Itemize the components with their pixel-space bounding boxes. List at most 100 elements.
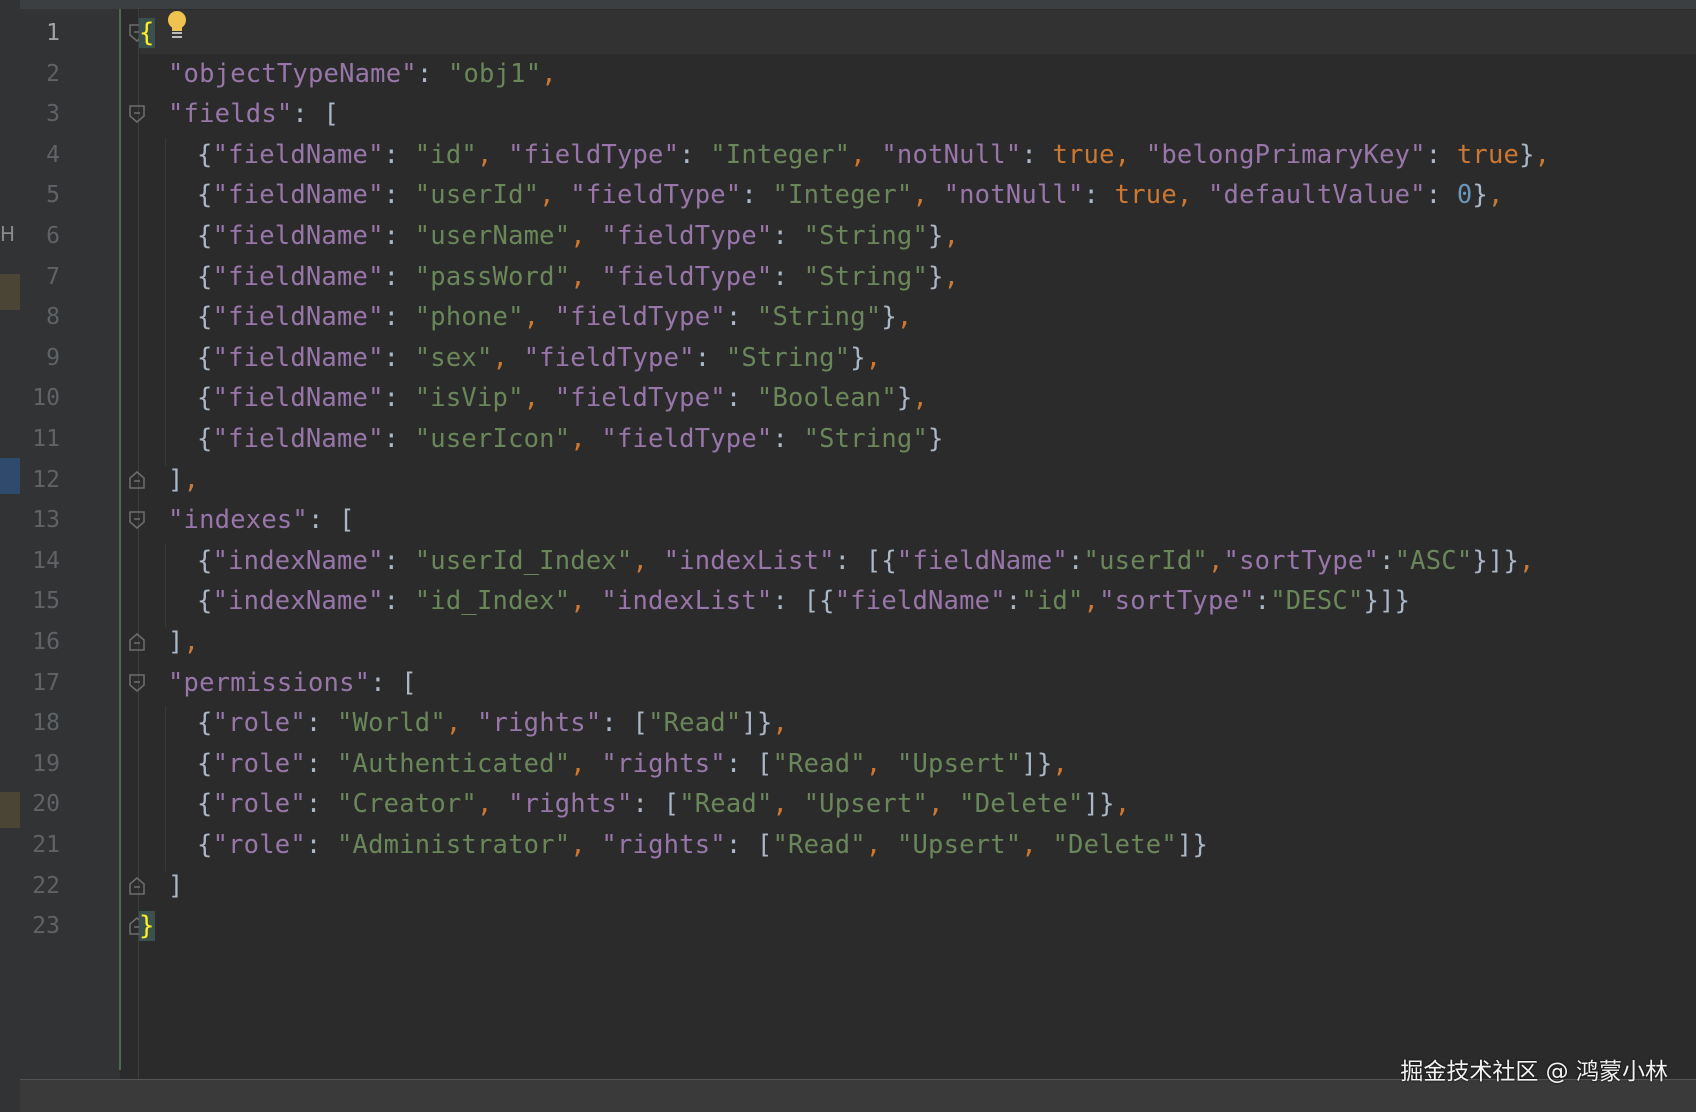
code-line[interactable]: 22] [0,864,1696,908]
code-token: : [725,383,757,414]
code-token: } [139,911,155,942]
code-line[interactable]: 8 {"fieldName": "phone", "fieldType": "St… [0,295,1696,339]
code-token: , [570,830,602,860]
code-line[interactable]: 17 "permissions": [ [0,661,1696,705]
line-number[interactable]: 11 [20,417,60,461]
code-token: , [1519,545,1535,576]
code-token: , [539,180,571,211]
code-text[interactable]: {"fieldName": "sex", "fieldType": "Strin… [197,336,881,380]
line-number[interactable]: 21 [20,823,60,867]
lightbulb-icon[interactable] [166,10,188,40]
code-text[interactable]: {"role": "World", "rights": ["Read"]}, [197,701,788,745]
line-number[interactable]: 16 [20,620,60,664]
code-line[interactable]: 13 "indexes": [ [0,498,1696,542]
code-token: { [197,830,213,860]
code-text[interactable]: ], [168,458,199,502]
code-text[interactable]: {"fieldName": "isVip", "fieldType": "Boo… [197,376,928,420]
code-text[interactable]: {"indexName": "userId_Index", "indexList… [197,539,1535,583]
line-number[interactable]: 5 [20,173,60,217]
code-line[interactable]: 19 {"role": "Authenticated", "rights": ["… [0,742,1696,786]
line-number[interactable]: 13 [20,498,60,542]
line-number[interactable]: 22 [20,864,60,908]
line-number[interactable]: 10 [20,376,60,420]
code-token: : [416,58,448,89]
code-text[interactable]: {"fieldName": "phone", "fieldType": "Str… [197,295,912,339]
code-token: : [383,139,415,170]
code-token: "notNull" [943,180,1084,211]
code-token: , [1114,139,1146,170]
fold-arrow-icon[interactable] [128,470,146,490]
code-line[interactable]: 7 {"fieldName": "passWord", "fieldType": … [0,255,1696,299]
code-line[interactable]: 16], [0,620,1696,664]
code-line[interactable]: 3 "fields": [ [0,92,1696,136]
code-text[interactable]: {"indexName": "id_Index", "indexList": [… [197,579,1410,623]
code-token: , [912,180,944,211]
code-text[interactable]: {"fieldName": "userIcon", "fieldType": "… [197,417,944,461]
code-text[interactable]: {"fieldName": "id", "fieldType": "Intege… [197,133,1550,177]
code-text[interactable]: {"role": "Administrator", "rights": ["Re… [197,823,1208,867]
line-number[interactable]: 17 [20,661,60,705]
fold-arrow-icon[interactable] [128,104,146,124]
fold-arrow-icon[interactable] [128,510,146,530]
code-token: "indexName" [212,545,384,576]
code-text[interactable]: {"fieldName": "userName", "fieldType": "… [197,214,959,258]
code-line[interactable]: 15 {"indexName": "id_Index", "indexList":… [0,579,1696,623]
code-text[interactable]: ] [168,864,184,908]
code-text[interactable]: {"fieldName": "userId", "fieldType": "In… [197,173,1504,217]
code-text[interactable]: {"role": "Authenticated", "rights": ["Re… [197,742,1068,786]
line-number[interactable]: 9 [20,336,60,380]
line-number[interactable]: 3 [20,92,60,136]
line-number[interactable]: 1 [20,11,60,55]
line-number[interactable]: 2 [20,52,60,96]
code-line[interactable]: 1{ [0,11,1696,55]
code-token: "role" [212,708,306,739]
code-line[interactable]: 6 {"fieldName": "userName", "fieldType": … [0,214,1696,258]
code-token: "fieldType" [601,221,773,251]
line-number[interactable]: 15 [20,579,60,623]
code-line[interactable]: 23} [0,904,1696,948]
code-token: "sortType" [1223,545,1380,576]
code-line[interactable]: 5 {"fieldName": "userId", "fieldType": "I… [0,173,1696,217]
code-line[interactable]: 20 {"role": "Creator", "rights": ["Read",… [0,782,1696,826]
code-line[interactable]: 21 {"role": "Administrator", "rights": ["… [0,823,1696,867]
line-number[interactable]: 23 [20,904,60,948]
code-token: "Upsert" [896,748,1022,779]
code-token: true [1052,139,1115,170]
code-token: : [741,180,773,211]
code-line[interactable]: 18 {"role": "World", "rights": ["Read"]}, [0,701,1696,745]
code-line[interactable]: 14 {"indexName": "userId_Index", "indexLi… [0,539,1696,583]
line-number[interactable]: 7 [20,255,60,299]
line-number[interactable]: 18 [20,701,60,745]
code-token: "userId" [1083,545,1208,576]
code-token: "isVip" [414,383,524,414]
line-number[interactable]: 12 [20,458,60,502]
code-text[interactable]: {"role": "Creator", "rights": ["Read", "… [197,782,1130,826]
code-token: , [445,708,477,739]
fold-arrow-icon[interactable] [128,673,146,693]
line-number[interactable]: 6 [20,214,60,258]
code-token: "defaultValue" [1207,180,1426,211]
code-line[interactable]: 11 {"fieldName": "userIcon", "fieldType":… [0,417,1696,461]
code-line[interactable]: 2 "objectTypeName": "obj1", [0,52,1696,96]
code-text[interactable]: "fields": [ [168,92,339,136]
line-number[interactable]: 20 [20,782,60,826]
line-number[interactable]: 19 [20,742,60,786]
fold-arrow-icon[interactable] [128,876,146,896]
code-text[interactable]: ], [168,620,199,664]
line-number[interactable]: 14 [20,539,60,583]
code-text[interactable]: {"fieldName": "passWord", "fieldType": "… [197,255,959,299]
code-token: "phone" [414,302,524,333]
code-line[interactable]: 10 {"fieldName": "isVip", "fieldType": "B… [0,376,1696,420]
code-text[interactable]: "permissions": [ [168,661,417,705]
code-text[interactable]: "indexes": [ [168,498,355,542]
code-line[interactable]: 9 {"fieldName": "sex", "fieldType": "Stri… [0,336,1696,380]
code-text[interactable]: } [139,904,155,948]
code-text[interactable]: { [139,11,155,55]
fold-arrow-icon[interactable] [128,632,146,652]
code-token: : [1379,545,1395,576]
line-number[interactable]: 4 [20,133,60,177]
line-number[interactable]: 8 [20,295,60,339]
code-line[interactable]: 12], [0,458,1696,502]
code-line[interactable]: 4 {"fieldName": "id", "fieldType": "Integ… [0,133,1696,177]
code-text[interactable]: "objectTypeName": "obj1", [168,52,557,96]
